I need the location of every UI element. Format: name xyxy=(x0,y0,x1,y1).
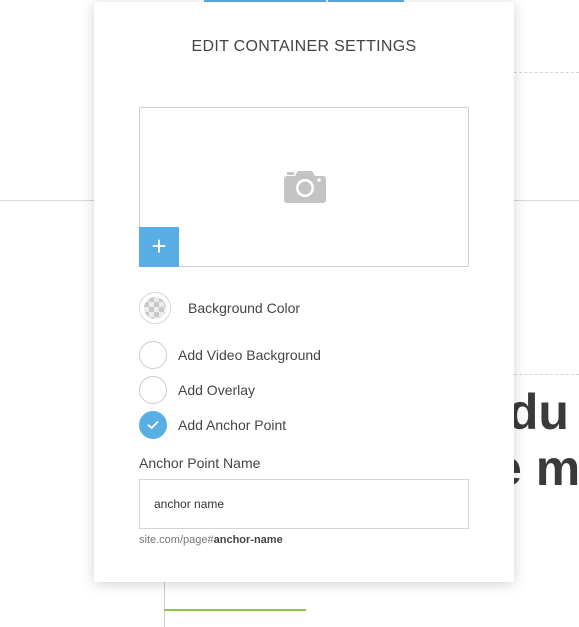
edit-container-settings-modal: EDIT CONTAINER SETTINGS + Background Col… xyxy=(94,2,514,582)
overlay-checkbox[interactable] xyxy=(139,376,167,404)
background-color-option[interactable]: Background Color xyxy=(139,292,300,324)
modal-title: EDIT CONTAINER SETTINGS xyxy=(191,38,417,55)
column-guide xyxy=(164,582,165,627)
anchor-url-preview: site.com/page#anchor-name xyxy=(139,534,283,546)
background-color-label: Background Color xyxy=(188,300,301,316)
option-add-overlay[interactable]: Add Overlay xyxy=(139,376,255,404)
option-add-anchor-point[interactable]: Add Anchor Point xyxy=(139,411,286,439)
dashed-guide xyxy=(514,72,579,73)
anchor-point-checkbox[interactable] xyxy=(139,411,167,439)
anchor-name-label: Anchor Point Name xyxy=(139,455,261,471)
option-add-video-background[interactable]: Add Video Background xyxy=(139,341,321,369)
screen: idu e m EDIT CONTAINER SETTINGS + Backgro… xyxy=(0,0,579,627)
option-label: Add Overlay xyxy=(178,382,256,398)
camera-icon xyxy=(284,171,326,203)
color-swatch[interactable] xyxy=(139,292,171,324)
dashed-guide xyxy=(514,374,579,375)
green-accent-line xyxy=(164,609,306,611)
option-label: Add Anchor Point xyxy=(178,417,287,433)
background-image-dropzone[interactable]: + xyxy=(139,107,469,267)
option-label: Add Video Background xyxy=(178,347,321,363)
add-image-button[interactable]: + xyxy=(139,227,179,267)
url-prefix: site.com/page# xyxy=(139,534,214,546)
url-slug: anchor-name xyxy=(213,534,283,546)
video-background-checkbox[interactable] xyxy=(139,341,167,369)
anchor-name-input[interactable] xyxy=(139,479,469,529)
checkmark-icon xyxy=(147,421,159,429)
